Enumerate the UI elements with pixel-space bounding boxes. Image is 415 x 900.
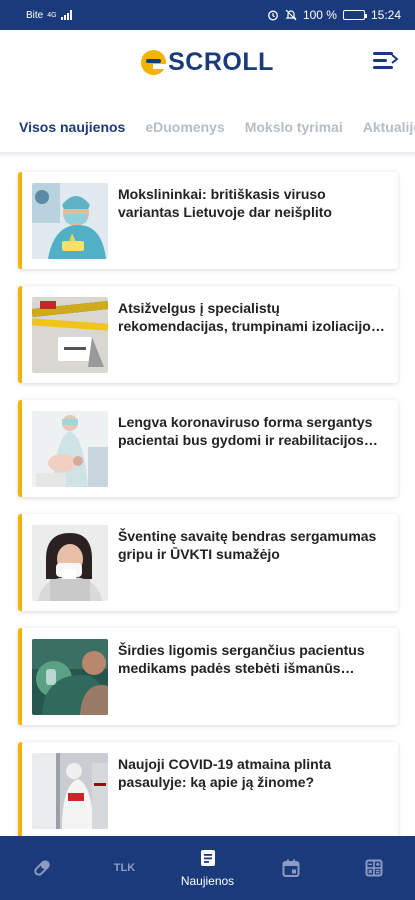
logo-text: SCROLL xyxy=(168,47,274,76)
bottom-navigation: TLK Naujienos xyxy=(0,836,415,900)
article-thumbnail xyxy=(32,296,108,373)
tab-eduomenys[interactable]: eDuomenys xyxy=(145,119,224,135)
nav-news[interactable]: Naujienos xyxy=(166,836,249,900)
article-thumbnail xyxy=(32,638,108,715)
calculator-icon xyxy=(365,859,382,877)
nav-news-label: Naujienos xyxy=(180,874,235,888)
battery-icon xyxy=(342,10,367,20)
status-left: Bite 4G xyxy=(26,10,72,21)
tab-visos-naujienos[interactable]: Visos naujienos xyxy=(19,119,125,135)
article-card[interactable]: Širdies ligomis sergančius pacientus med… xyxy=(18,628,398,725)
article-title: Mokslininkai: britiškasis viruso variant… xyxy=(118,186,332,220)
article-card[interactable]: Šventinę savaitę bendras sergamumas grip… xyxy=(18,514,398,611)
nav-calendar[interactable] xyxy=(249,836,332,900)
article-card[interactable]: Atsižvelgus į specialistų rekomendacijas… xyxy=(18,286,398,383)
tab-mokslo-tyrimai[interactable]: Mokslo tyrimai xyxy=(245,119,343,135)
tabs-divider xyxy=(0,152,415,158)
article-thumbnail xyxy=(32,524,108,601)
article-card[interactable]: Naujoji COVID-19 atmaina plinta pasaulyj… xyxy=(18,742,398,839)
article-title: Širdies ligomis sergančius pacientus med… xyxy=(118,642,365,676)
nav-calculator[interactable] xyxy=(332,836,415,900)
status-right: 100 % 15:24 xyxy=(267,8,401,22)
signal-icon xyxy=(60,10,72,20)
article-title: Atsižvelgus į specialistų rekomendacijas… xyxy=(118,300,379,334)
article-card[interactable]: Mokslininkai: britiškasis viruso variant… xyxy=(18,172,398,269)
news-icon xyxy=(200,850,215,866)
clock: 15:24 xyxy=(370,8,401,22)
article-thumbnail xyxy=(32,182,108,259)
article-thumbnail xyxy=(32,752,108,829)
pill-icon xyxy=(33,860,50,876)
logo-e-icon xyxy=(141,49,167,75)
menu-icon[interactable] xyxy=(373,52,399,70)
article-title: Naujoji COVID-19 atmaina plinta pasaulyj… xyxy=(118,756,332,790)
article-list: Mokslininkai: britiškasis viruso variant… xyxy=(18,172,398,856)
network-type: 4G xyxy=(47,11,57,19)
article-card[interactable]: Lengva koronaviruso forma sergantys paci… xyxy=(18,400,398,497)
app-header: SCROLL xyxy=(0,30,415,94)
calendar-icon xyxy=(282,859,299,877)
tab-aktualijos[interactable]: Aktualijos xyxy=(363,119,415,135)
nav-tlk[interactable]: TLK xyxy=(83,836,166,900)
status-bar: Bite 4G 100 % 15:24 xyxy=(0,0,415,30)
tlk-icon: TLK xyxy=(113,862,136,874)
alarm-icon xyxy=(267,10,278,21)
article-thumbnail xyxy=(32,410,108,487)
article-title: Šventinę savaitę bendras sergamumas grip… xyxy=(118,528,377,562)
battery-percent: 100 % xyxy=(302,8,337,22)
mute-icon xyxy=(285,9,297,21)
escroll-logo[interactable]: SCROLL xyxy=(141,48,274,77)
article-title: Lengva koronaviruso forma sergantys paci… xyxy=(118,414,373,448)
category-tabs: Visos naujienos eDuomenys Mokslo tyrimai… xyxy=(0,112,415,142)
carrier-name: Bite xyxy=(26,9,44,21)
nav-medicines[interactable] xyxy=(0,836,83,900)
